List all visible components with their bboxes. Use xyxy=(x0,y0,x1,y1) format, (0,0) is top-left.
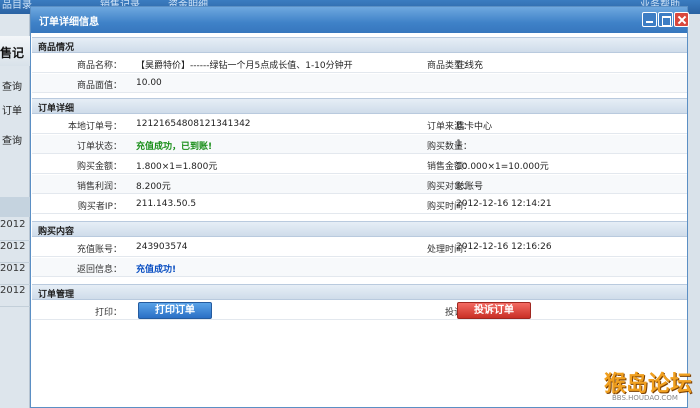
section-title: 购买内容 xyxy=(38,227,75,237)
sidebar-title: 售记 xyxy=(0,46,25,60)
print-label: 打印： xyxy=(94,308,122,318)
sidebar-header: 售记 xyxy=(0,36,30,66)
section-title: 订单详细 xyxy=(38,104,75,114)
row-ip-time: 购买者IP： 211.143.50.5 购买时间： 2012-12-16 12:… xyxy=(32,195,687,214)
sidebar-item-query[interactable]: 查询 xyxy=(2,78,22,93)
section-purchase: 购买内容 xyxy=(32,221,687,237)
section-product: 商品情况 xyxy=(32,37,687,53)
background-right-pane xyxy=(688,14,700,408)
product-name-value: 【昊爵特价】------绿钻一个月5点成长值、1-10分钟开 xyxy=(136,61,353,71)
close-icon[interactable] xyxy=(674,12,689,27)
sidebar-item-order[interactable]: 订单 xyxy=(2,102,22,117)
recharge-account-label: 充值账号： xyxy=(76,245,122,255)
minimize-icon[interactable] xyxy=(642,12,657,27)
row-amounts: 购买金额： 1.800×1=1.800元 销售金额： 10.000×1=10.0… xyxy=(32,155,687,174)
section-order: 订单详细 xyxy=(32,98,687,114)
table-row[interactable]: 2012 xyxy=(0,285,30,307)
background-table-header xyxy=(0,197,30,217)
sidebar-item-query-time[interactable]: 查询 xyxy=(2,132,22,147)
table-row[interactable]: 2012 xyxy=(0,219,30,241)
sale-amount-value: 10.000×1=10.000元 xyxy=(456,162,549,172)
section-title: 商品情况 xyxy=(38,43,75,53)
order-status-label: 订单状态： xyxy=(76,142,122,152)
buyer-ip-label: 购买者IP： xyxy=(77,202,122,212)
local-order-no-value: 12121654808121341342 xyxy=(136,119,251,129)
buy-amount-value: 1.800×1=1.800元 xyxy=(136,162,218,172)
section-manage: 订单管理 xyxy=(32,284,687,300)
top-tab-catalog[interactable]: 品目录 xyxy=(2,0,32,12)
face-value-label: 商品面值： xyxy=(76,81,122,91)
row-order-no: 本地订单号： 12121654808121341342 订单来源： 售卡中心 xyxy=(32,115,687,134)
table-row[interactable]: 2012 xyxy=(0,263,30,285)
return-info-label: 返回信息： xyxy=(76,265,122,275)
purchase-time-value: 2012-12-16 12:14:21 xyxy=(456,199,552,209)
profit-label: 销售利润： xyxy=(76,182,122,192)
order-source-value: 售卡中心 xyxy=(456,122,493,132)
product-name-label: 商品名称： xyxy=(76,61,122,71)
recharge-account-value: 243903574 xyxy=(136,242,188,252)
face-value-value: 10.00 xyxy=(136,78,162,88)
watermark-url: BBS.HOUDAO.COM xyxy=(612,394,678,402)
complain-order-button[interactable]: 投诉订单 xyxy=(457,302,531,319)
row-return: 返回信息： 充值成功! xyxy=(32,258,687,277)
section-title: 订单管理 xyxy=(38,290,75,300)
dialog-titlebar[interactable]: 订单详细信息 xyxy=(31,7,689,33)
profit-value: 8.200元 xyxy=(136,182,171,192)
print-order-button[interactable]: 打印订单 xyxy=(138,302,212,319)
table-row[interactable]: 2012 xyxy=(0,241,30,263)
buyer-ip-value: 211.143.50.5 xyxy=(136,199,197,209)
quantity-value: 1 xyxy=(456,139,462,149)
dialog-title: 订单详细信息 xyxy=(39,17,99,28)
row-order-status: 订单状态： 充值成功，已到账! 购买数量： 1 xyxy=(32,135,687,154)
order-detail-dialog: 订单详细信息 商品情况 商品名称： 【昊爵特价】------绿钻一个月5点成长值… xyxy=(30,6,689,408)
row-product-face: 商品面值： 10.00 xyxy=(32,74,687,93)
row-product-name: 商品名称： 【昊爵特价】------绿钻一个月5点成长值、1-10分钟开 商品类… xyxy=(32,54,687,73)
forum-watermark: 猴岛论坛 BBS.HOUDAO.COM xyxy=(604,366,700,408)
maximize-icon[interactable] xyxy=(658,12,673,27)
row-actions: 打印： 打印订单 投诉： 投诉订单 xyxy=(32,301,687,320)
local-order-no-label: 本地订单号： xyxy=(67,122,122,132)
process-time-value: 2012-12-16 12:16:26 xyxy=(456,242,552,252)
buy-amount-label: 购买金额： xyxy=(76,162,122,172)
order-status-value: 充值成功，已到账! xyxy=(136,142,213,152)
row-profit: 销售利润： 8.200元 购买对象： 总账号 xyxy=(32,175,687,194)
product-type-value: 在线充 xyxy=(456,61,484,71)
target-value: 总账号 xyxy=(456,182,484,192)
row-account: 充值账号： 243903574 处理时间： 2012-12-16 12:16:2… xyxy=(32,238,687,257)
return-info-value: 充值成功! xyxy=(136,265,177,275)
